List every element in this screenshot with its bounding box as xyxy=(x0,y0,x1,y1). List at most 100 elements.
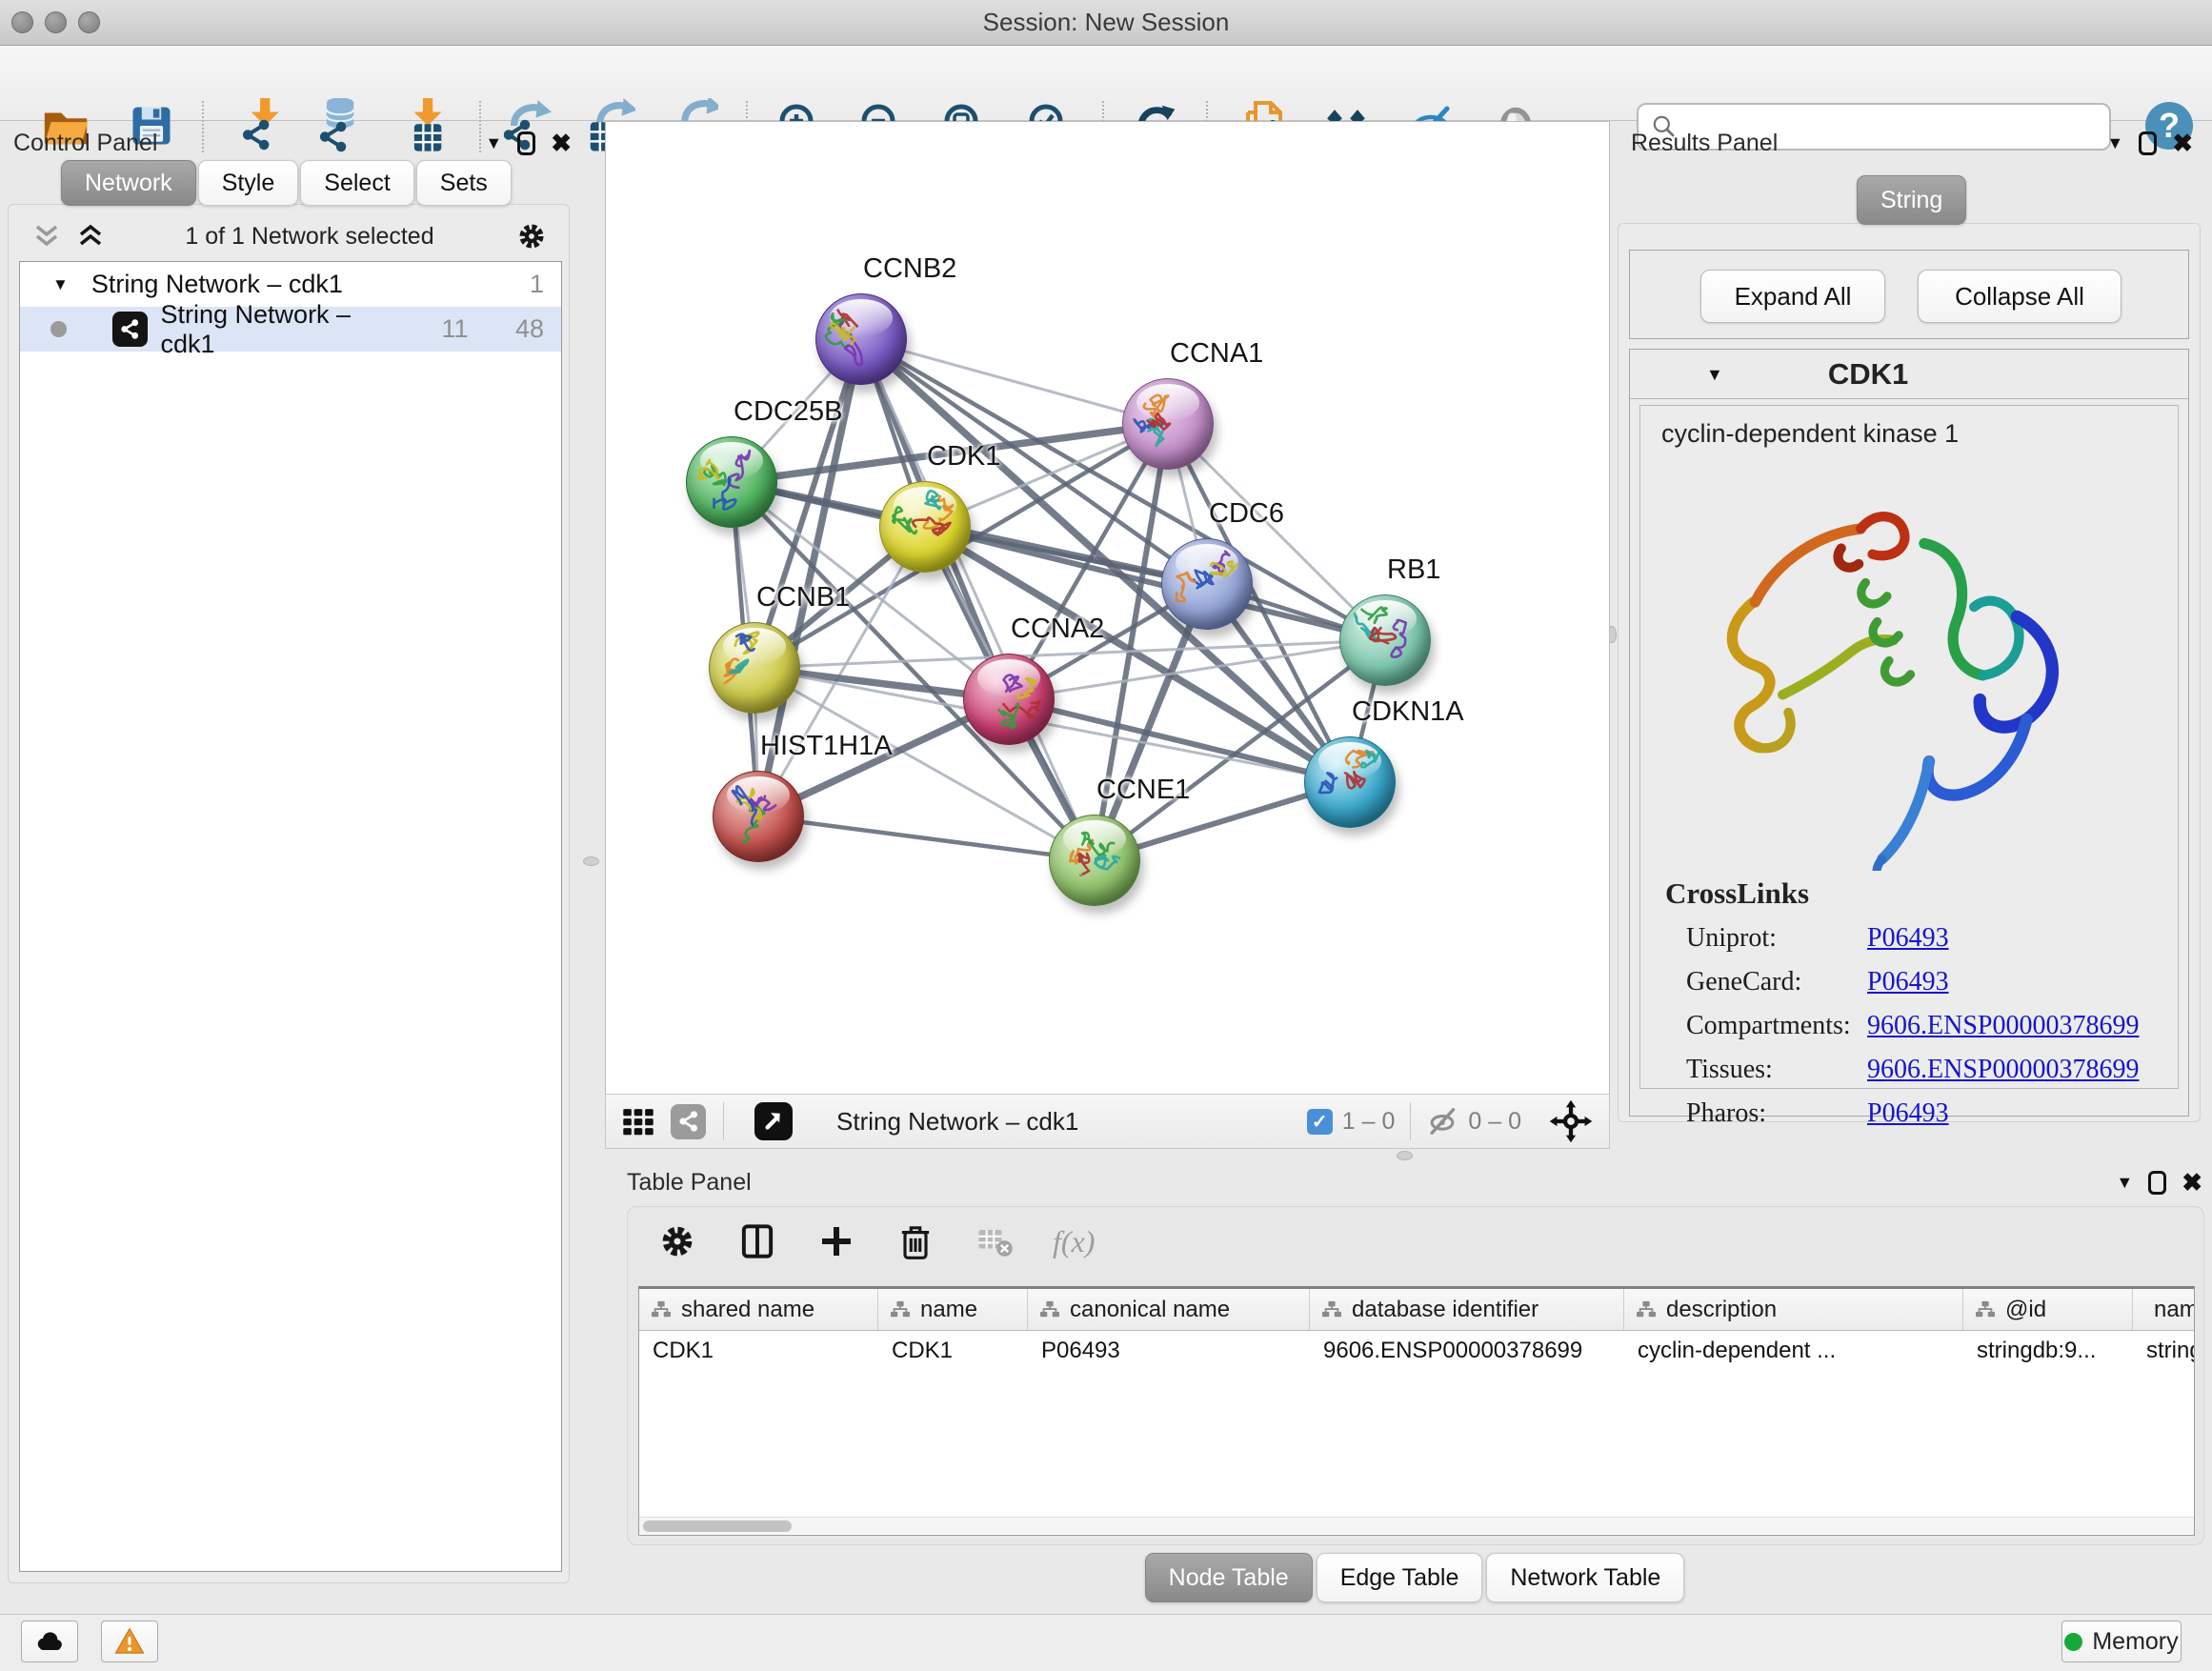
network-share-icon[interactable] xyxy=(671,1104,706,1139)
warnings-button[interactable] xyxy=(101,1621,158,1662)
table-row[interactable]: CDK1CDK1P064939606.ENSP00000378699cyclin… xyxy=(639,1331,2194,1371)
column-header-shared-name[interactable]: shared name xyxy=(639,1289,878,1330)
crosslinks-heading: CrossLinks xyxy=(1665,876,1809,911)
network-collection-label: String Network – cdk1 xyxy=(91,270,343,299)
statusbar-divider xyxy=(723,1102,724,1140)
node-label: CCNE1 xyxy=(1096,775,1190,806)
table-cell[interactable]: stringdb:9... xyxy=(1963,1331,2133,1371)
network-node-cdc25b[interactable] xyxy=(686,436,777,528)
add-column-icon[interactable] xyxy=(816,1221,856,1261)
delete-column-icon[interactable] xyxy=(895,1220,936,1262)
crosslink-value-link[interactable]: P06493 xyxy=(1867,1098,1949,1129)
panel-close-icon[interactable]: ✖ xyxy=(2172,131,2193,155)
column-header--id[interactable]: @id xyxy=(1963,1289,2133,1330)
splitter-handle[interactable] xyxy=(583,856,599,866)
cloud-status-button[interactable] xyxy=(21,1621,78,1662)
string-network-icon xyxy=(112,312,148,347)
grid-view-icon[interactable] xyxy=(619,1102,657,1140)
results-panel-header: Results Panel ▼ ✖ xyxy=(1631,126,2202,160)
table-cell[interactable]: 9606.ENSP00000378699 xyxy=(1310,1331,1624,1371)
crosslink-label: Compartments: xyxy=(1686,1011,1867,1041)
panel-menu-icon[interactable]: ▼ xyxy=(2116,1174,2133,1191)
network-node-rb1[interactable] xyxy=(1339,594,1431,686)
crosslink-value-link[interactable]: P06493 xyxy=(1867,923,1949,954)
column-header-name[interactable]: name xyxy=(878,1289,1028,1330)
expand-all-networks-icon[interactable] xyxy=(76,224,105,249)
collapse-triangle-icon[interactable]: ▼ xyxy=(52,275,69,294)
tab-network[interactable]: Network xyxy=(61,160,196,206)
network-summary-row: 1 of 1 Network selected xyxy=(8,215,570,257)
crosslink-value-link[interactable]: 9606.ENSP00000378699 xyxy=(1867,1055,2139,1085)
network-node-ccna2[interactable] xyxy=(963,654,1055,745)
tab-string[interactable]: String xyxy=(1857,175,1966,225)
panel-menu-icon[interactable]: ▼ xyxy=(2106,134,2123,151)
panel-close-icon[interactable]: ✖ xyxy=(2182,1170,2202,1195)
status-bar: Memory xyxy=(0,1614,2212,1671)
column-type-icon xyxy=(1636,1300,1657,1319)
tab-edge-table[interactable]: Edge Table xyxy=(1317,1553,1483,1602)
network-list-item[interactable]: String Network – cdk11148 xyxy=(20,307,561,352)
scrollbar-thumb[interactable] xyxy=(643,1520,792,1532)
network-node-cdk1[interactable] xyxy=(879,481,971,573)
table-settings-gear-icon[interactable] xyxy=(656,1220,698,1262)
tab-select[interactable]: Select xyxy=(300,160,413,206)
panel-float-icon[interactable] xyxy=(517,131,535,155)
crosslink-row: Uniprot:P06493 xyxy=(1686,916,2162,960)
table-cell[interactable]: cyclin-dependent ... xyxy=(1624,1331,1963,1371)
tab-network-table[interactable]: Network Table xyxy=(1486,1553,1684,1602)
panel-close-icon[interactable]: ✖ xyxy=(551,131,572,155)
memory-button[interactable]: Memory xyxy=(2061,1621,2182,1662)
panel-float-icon[interactable] xyxy=(2148,1171,2166,1195)
gene-section: ▼ CDK1 cyclin-dependent kinase 1 CrossLi… xyxy=(1629,349,2189,1117)
gene-detail-box: cyclin-dependent kinase 1 CrossLinks Uni… xyxy=(1639,405,2179,1089)
show-columns-icon[interactable] xyxy=(736,1220,778,1262)
gene-section-header[interactable]: ▼ CDK1 xyxy=(1630,350,2188,399)
network-node-ccnb2[interactable] xyxy=(815,293,907,385)
network-node-ccna1[interactable] xyxy=(1122,378,1214,470)
count-badge: 11 xyxy=(410,314,468,344)
panel-menu-icon[interactable]: ▼ xyxy=(485,134,502,151)
tab-node-table[interactable]: Node Table xyxy=(1145,1553,1313,1602)
table-cell[interactable]: CDK1 xyxy=(639,1331,878,1371)
network-node-ccne1[interactable] xyxy=(1049,815,1140,906)
memory-status-dot xyxy=(2064,1633,2082,1651)
window-title: Session: New Session xyxy=(0,8,2212,37)
selected-checkbox-icon[interactable]: ✓ xyxy=(1307,1109,1333,1135)
crosslink-row: Pharos:P06493 xyxy=(1686,1092,2162,1136)
column-header-canonical-name[interactable]: canonical name xyxy=(1028,1289,1310,1330)
table-cell[interactable]: stringdb xyxy=(2133,1331,2195,1371)
protein-structure-image xyxy=(1690,490,2090,871)
table-cell[interactable]: P06493 xyxy=(1028,1331,1310,1371)
column-header-database-identifier[interactable]: database identifier xyxy=(1310,1289,1624,1330)
network-node-ccnb1[interactable] xyxy=(709,622,800,714)
node-label: CCNB2 xyxy=(863,253,956,285)
pan-crosshair-icon[interactable] xyxy=(1548,1098,1594,1144)
splitter-handle[interactable] xyxy=(1397,1151,1413,1160)
hidden-eye-icon[interactable] xyxy=(1424,1103,1460,1139)
tab-sets[interactable]: Sets xyxy=(416,160,512,206)
table-cell[interactable]: CDK1 xyxy=(878,1331,1028,1371)
network-options-gear-icon[interactable] xyxy=(514,219,549,253)
table-body: CDK1CDK1P064939606.ENSP00000378699cyclin… xyxy=(639,1331,2194,1371)
horizontal-scrollbar[interactable] xyxy=(639,1517,2194,1534)
network-node-hist1h1a[interactable] xyxy=(713,771,804,862)
collapse-section-icon[interactable]: ▼ xyxy=(1706,366,1723,383)
panel-float-icon[interactable] xyxy=(2139,131,2157,155)
crosslink-value-link[interactable]: P06493 xyxy=(1867,967,1949,997)
table-tabs: Node TableEdge TableNetwork Table xyxy=(617,1553,2212,1602)
column-header-namespac[interactable]: namespac xyxy=(2133,1289,2195,1330)
crosslink-value-link[interactable]: 9606.ENSP00000378699 xyxy=(1867,1011,2139,1041)
collapse-all-networks-icon[interactable] xyxy=(32,224,61,249)
table-header-row: shared namenamecanonical namedatabase id… xyxy=(639,1289,2194,1331)
node-label: CCNB1 xyxy=(756,582,850,614)
network-node-cdkn1a[interactable] xyxy=(1304,736,1396,828)
network-canvas[interactable]: CCNB2CCNA1CDC25BCDK1CDC6RB1CCNB1CCNA2CDK… xyxy=(605,121,1610,1094)
table-panel-title: Table Panel xyxy=(627,1169,752,1197)
birdseye-view-icon[interactable] xyxy=(754,1102,793,1140)
collapse-all-button[interactable]: Collapse All xyxy=(1918,270,2122,323)
tab-style[interactable]: Style xyxy=(198,160,299,206)
column-header-description[interactable]: description xyxy=(1624,1289,1963,1330)
expand-all-button[interactable]: Expand All xyxy=(1700,270,1885,323)
node-label: CCNA2 xyxy=(1011,614,1104,645)
network-node-cdc6[interactable] xyxy=(1161,538,1253,630)
